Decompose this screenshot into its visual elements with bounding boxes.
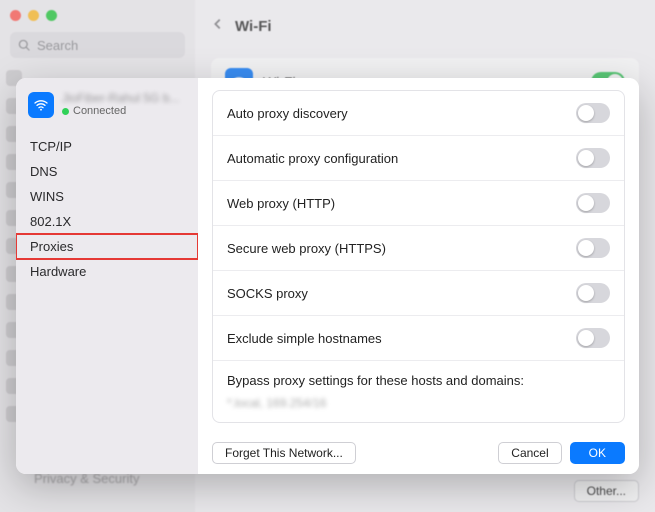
bypass-label: Bypass proxy settings for these hosts an…	[227, 373, 524, 388]
network-name: JioFiber-Rahul 5G b...	[62, 92, 179, 104]
row-auto-proxy-discovery: Auto proxy discovery	[213, 91, 624, 136]
tab-proxies[interactable]: Proxies	[16, 234, 198, 259]
tab-8021x[interactable]: 802.1X	[16, 209, 198, 234]
row-exclude-hostnames: Exclude simple hostnames	[213, 316, 624, 361]
status-dot-icon	[62, 108, 69, 115]
toggle-web-proxy[interactable]	[576, 193, 610, 213]
toggle-auto-proxy-discovery[interactable]	[576, 103, 610, 123]
proxy-group: Auto proxy discovery Automatic proxy con…	[212, 90, 625, 423]
modal-footer: Forget This Network... Cancel OK	[212, 430, 625, 464]
tab-hardware[interactable]: Hardware	[16, 259, 198, 284]
row-label: Web proxy (HTTP)	[227, 196, 335, 211]
toggle-exclude-hostnames[interactable]	[576, 328, 610, 348]
cancel-button[interactable]: Cancel	[498, 442, 561, 464]
toggle-secure-web-proxy[interactable]	[576, 238, 610, 258]
tab-wins[interactable]: WINS	[16, 184, 198, 209]
network-status: Connected	[62, 104, 179, 118]
toggle-socks-proxy[interactable]	[576, 283, 610, 303]
modal-tabs: TCP/IP DNS WINS 802.1X Proxies Hardware	[16, 134, 198, 284]
network-settings-modal: JioFiber-Rahul 5G b... Connected TCP/IP …	[16, 78, 639, 474]
row-label: Secure web proxy (HTTPS)	[227, 241, 386, 256]
forget-network-button[interactable]: Forget This Network...	[212, 442, 356, 464]
row-label: SOCKS proxy	[227, 286, 308, 301]
tab-tcpip[interactable]: TCP/IP	[16, 134, 198, 159]
network-status-label: Connected	[73, 104, 126, 118]
row-bypass: Bypass proxy settings for these hosts an…	[213, 361, 624, 422]
ok-button[interactable]: OK	[570, 442, 625, 464]
row-socks-proxy: SOCKS proxy	[213, 271, 624, 316]
tab-dns[interactable]: DNS	[16, 159, 198, 184]
modal-main: Auto proxy discovery Automatic proxy con…	[198, 78, 639, 474]
row-auto-proxy-config: Automatic proxy configuration	[213, 136, 624, 181]
row-label: Automatic proxy configuration	[227, 151, 398, 166]
bypass-value: *.local, 169.254/16	[227, 396, 326, 410]
modal-sidebar: JioFiber-Rahul 5G b... Connected TCP/IP …	[16, 78, 198, 474]
toggle-auto-proxy-config[interactable]	[576, 148, 610, 168]
row-secure-web-proxy: Secure web proxy (HTTPS)	[213, 226, 624, 271]
row-label: Auto proxy discovery	[227, 106, 348, 121]
row-label: Exclude simple hostnames	[227, 331, 382, 346]
network-header: JioFiber-Rahul 5G b... Connected	[16, 88, 198, 128]
row-web-proxy: Web proxy (HTTP)	[213, 181, 624, 226]
wifi-icon	[28, 92, 54, 118]
